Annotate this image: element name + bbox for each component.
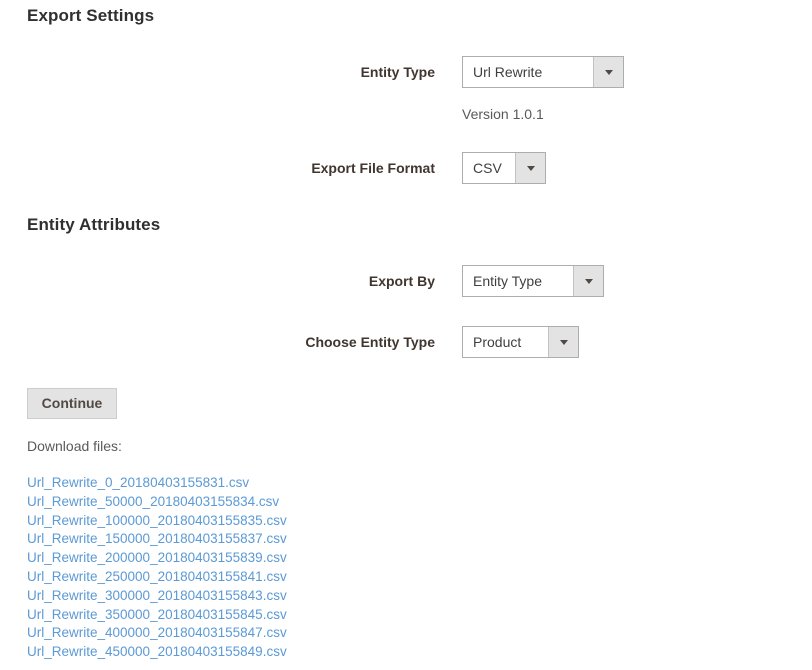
select-choose-entity-type[interactable]: Product: [462, 326, 579, 358]
list-item: Url_Rewrite_200000_20180403155839.csv: [27, 549, 527, 568]
field-row-export-by: Export By Entity Type: [0, 265, 812, 297]
list-item: Url_Rewrite_350000_20180403155845.csv: [27, 606, 527, 625]
list-item: Url_Rewrite_300000_20180403155843.csv: [27, 587, 527, 606]
label-export-by: Export By: [368, 273, 435, 289]
download-file-link[interactable]: Url_Rewrite_400000_20180403155847.csv: [27, 625, 287, 640]
download-file-link[interactable]: Url_Rewrite_150000_20180403155837.csv: [27, 531, 287, 546]
chevron-down-icon[interactable]: [593, 57, 623, 87]
section-heading-export-settings: Export Settings: [27, 6, 155, 25]
triangle-glyph: [526, 165, 535, 171]
field-row-choose-entity-type: Choose Entity Type Product: [0, 326, 812, 358]
triangle-glyph: [559, 339, 568, 345]
download-file-link[interactable]: Url_Rewrite_250000_20180403155841.csv: [27, 569, 287, 584]
list-item: Url_Rewrite_400000_20180403155847.csv: [27, 624, 527, 643]
select-entity-type-value: Url Rewrite: [463, 57, 593, 87]
download-file-link[interactable]: Url_Rewrite_200000_20180403155839.csv: [27, 550, 287, 565]
chevron-down-icon[interactable]: [548, 327, 578, 357]
version-note: Version 1.0.1: [462, 106, 544, 122]
label-choose-entity-type: Choose Entity Type: [305, 334, 435, 350]
download-files-list: Url_Rewrite_0_20180403155831.csv Url_Rewr…: [27, 474, 527, 662]
download-file-link[interactable]: Url_Rewrite_0_20180403155831.csv: [27, 475, 249, 490]
select-export-by[interactable]: Entity Type: [462, 265, 604, 297]
chevron-down-icon[interactable]: [573, 266, 603, 296]
download-files-label: Download files:: [27, 438, 122, 454]
field-row-entity-type: Entity Type Url Rewrite: [0, 56, 812, 88]
download-file-link[interactable]: Url_Rewrite_450000_20180403155849.csv: [27, 644, 287, 659]
select-export-file-format-value: CSV: [463, 153, 515, 183]
download-file-link[interactable]: Url_Rewrite_100000_20180403155835.csv: [27, 513, 287, 528]
list-item: Url_Rewrite_50000_20180403155834.csv: [27, 493, 527, 512]
list-item: Url_Rewrite_450000_20180403155849.csv: [27, 643, 527, 662]
select-entity-type[interactable]: Url Rewrite: [462, 56, 624, 88]
export-page: Export Settings Entity Type Url Rewrite …: [0, 0, 812, 670]
list-item: Url_Rewrite_250000_20180403155841.csv: [27, 568, 527, 587]
download-file-link[interactable]: Url_Rewrite_50000_20180403155834.csv: [27, 494, 279, 509]
triangle-glyph: [584, 278, 593, 284]
field-row-export-file-format: Export File Format CSV: [0, 152, 812, 184]
select-choose-entity-type-value: Product: [463, 327, 548, 357]
continue-button[interactable]: Continue: [27, 388, 117, 419]
label-entity-type: Entity Type: [360, 64, 435, 80]
download-file-link[interactable]: Url_Rewrite_300000_20180403155843.csv: [27, 588, 287, 603]
list-item: Url_Rewrite_0_20180403155831.csv: [27, 474, 527, 493]
list-item: Url_Rewrite_150000_20180403155837.csv: [27, 530, 527, 549]
download-file-link[interactable]: Url_Rewrite_350000_20180403155845.csv: [27, 607, 287, 622]
section-heading-entity-attributes: Entity Attributes: [27, 215, 161, 234]
select-export-file-format[interactable]: CSV: [462, 152, 546, 184]
chevron-down-icon[interactable]: [515, 153, 545, 183]
label-export-file-format: Export File Format: [311, 160, 435, 176]
select-export-by-value: Entity Type: [463, 266, 573, 296]
list-item: Url_Rewrite_100000_20180403155835.csv: [27, 512, 527, 531]
triangle-glyph: [604, 69, 613, 75]
